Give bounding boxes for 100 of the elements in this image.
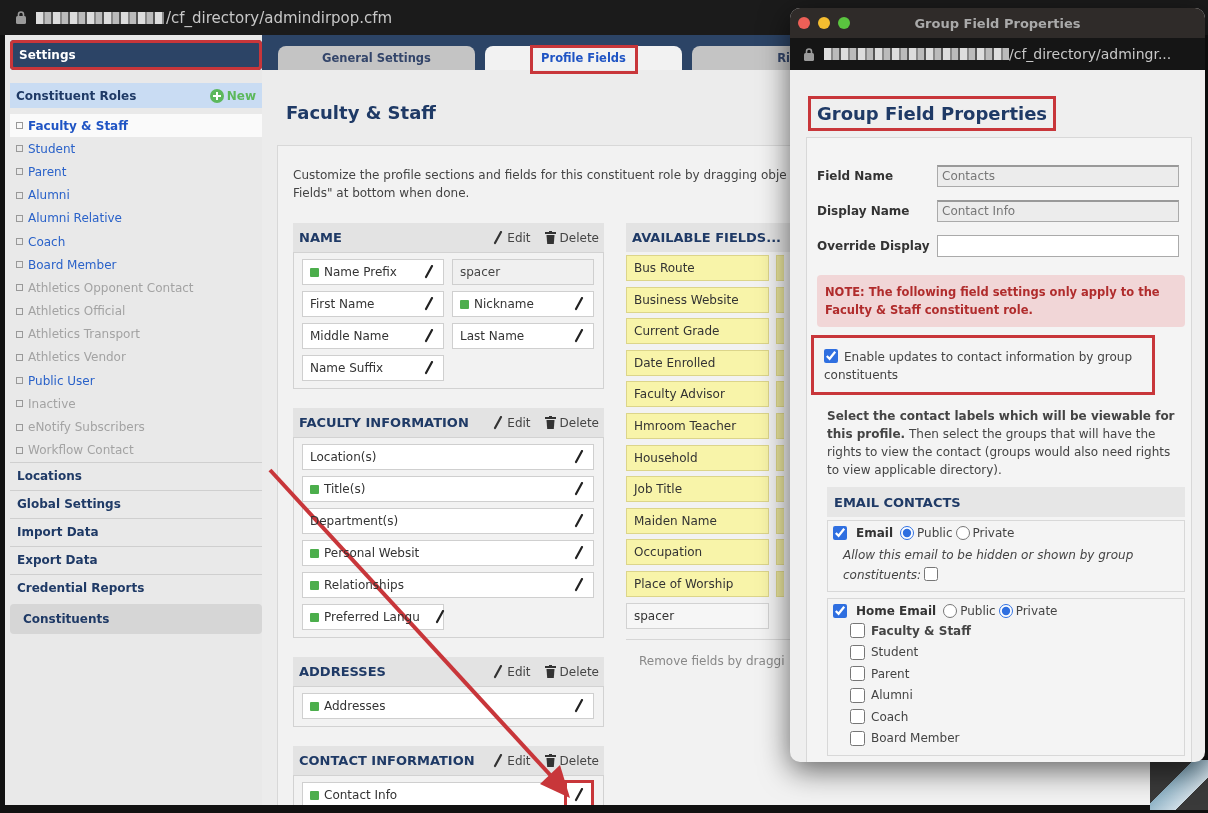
available-field[interactable]: Job Title (626, 476, 769, 503)
spacer-field[interactable]: spacer (452, 259, 594, 285)
role-item[interactable]: Alumni Relative (10, 206, 262, 230)
spacer-field[interactable]: spacer (626, 602, 769, 629)
profile-field[interactable]: Nickname (452, 291, 594, 317)
available-field[interactable]: Occupation (626, 539, 769, 566)
pencil-icon (424, 329, 434, 343)
trash-icon (544, 665, 556, 678)
delete-button[interactable]: Delete (544, 664, 599, 679)
profile-field[interactable]: Last Name (452, 323, 594, 349)
profile-field[interactable]: Middle Name (302, 323, 444, 349)
edit-button[interactable]: Edit (493, 230, 531, 245)
delete-button[interactable]: Delete (544, 415, 599, 430)
section-title: FACULTY INFORMATION (299, 415, 469, 430)
field-tile-edge[interactable] (776, 539, 784, 566)
sidebar-section-link[interactable]: Global Settings (10, 489, 262, 518)
field-label: Nickname (474, 297, 534, 311)
available-field[interactable]: Household (626, 444, 769, 471)
field-tile-edge[interactable] (776, 507, 784, 534)
field-tile-edge[interactable] (776, 286, 784, 313)
trash-icon (544, 416, 556, 429)
pencil-icon (424, 265, 434, 279)
sidebar-section-link[interactable]: Export Data (10, 545, 262, 574)
available-field[interactable]: Business Website (626, 286, 769, 313)
role-item[interactable]: Board Member (10, 253, 262, 277)
tab[interactable]: Ri (692, 46, 792, 70)
profile-field[interactable]: Name Prefix (302, 259, 444, 285)
radio-button[interactable] (998, 604, 1013, 618)
checkbox[interactable] (833, 604, 847, 618)
note-text: NOTE: The following field settings only apply to the Faculty & Staff constituent role. (817, 275, 1185, 327)
role-item[interactable]: Coach (10, 229, 262, 254)
radio-button[interactable] (955, 526, 970, 540)
checkbox[interactable] (850, 709, 865, 725)
sidebar-section-link[interactable]: Import Data (10, 517, 262, 546)
section-title: CONTACT INFORMATION (299, 753, 475, 768)
allow-checkbox-label[interactable]: Allow this email to be hidden or shown by group constituents: (833, 540, 1179, 585)
field-tile-edge[interactable] (776, 381, 784, 408)
checkbox[interactable] (924, 567, 939, 581)
edit-button[interactable]: Edit (493, 415, 531, 430)
field-tile-edge[interactable] (776, 570, 784, 597)
field-tile-edge[interactable] (776, 444, 784, 471)
zoom-button[interactable] (838, 17, 850, 29)
edit-button[interactable]: Edit (493, 753, 531, 768)
field-label: First Name (310, 297, 375, 311)
available-field[interactable]: Place of Worship (626, 570, 769, 597)
field-tile-edge[interactable] (776, 255, 784, 281)
checkbox[interactable] (833, 526, 847, 540)
profile-field[interactable]: Contact Info (302, 782, 594, 805)
profile-field[interactable]: Name Suffix (302, 355, 444, 381)
minimize-button[interactable] (818, 17, 830, 29)
available-field[interactable]: Faculty Advisor (626, 381, 769, 408)
sidebar-section-button[interactable]: Constituents (10, 603, 262, 634)
field-tile-edge[interactable] (776, 318, 784, 345)
close-button[interactable] (798, 17, 810, 29)
checkbox[interactable] (850, 687, 865, 703)
radio-option[interactable]: Public (943, 604, 996, 618)
role-item[interactable]: Public User (10, 369, 262, 393)
radio-button[interactable] (943, 604, 958, 618)
checkbox[interactable] (850, 730, 865, 746)
profile-field[interactable]: Title(s) (302, 476, 594, 502)
profile-field[interactable]: First Name (302, 291, 444, 317)
available-field[interactable]: Bus Route (626, 255, 769, 281)
delete-button[interactable]: Delete (544, 753, 599, 768)
edit-button[interactable]: Edit (493, 664, 531, 679)
page-title: Faculty & Staff (286, 102, 436, 124)
role-item[interactable]: Faculty & Staff (10, 114, 262, 138)
tab[interactable]: General Settings (278, 46, 475, 70)
field-tile-edge[interactable] (776, 349, 784, 376)
radio-button[interactable] (900, 526, 915, 540)
available-field[interactable]: Hmroom Teacher (626, 412, 769, 439)
available-field[interactable]: Date Enrolled (626, 349, 769, 376)
checkbox[interactable] (824, 349, 838, 363)
enable-checkbox-label[interactable]: Enable updates to contact information by group constituents (824, 348, 1144, 384)
role-item[interactable]: Student (10, 137, 262, 161)
group-option[interactable]: Alumni (850, 684, 1179, 706)
section-title: EMAIL CONTACTS (834, 494, 961, 510)
group-option[interactable]: Coach (850, 706, 1179, 728)
group-option[interactable]: Board Member (850, 727, 1179, 749)
checkbox[interactable] (850, 623, 865, 639)
profile-field[interactable]: Location(s) (302, 444, 594, 470)
profile-field[interactable]: Addresses (302, 693, 594, 719)
radio-option[interactable]: Private (998, 604, 1058, 618)
available-field[interactable]: Maiden Name (626, 507, 769, 534)
radio-option[interactable]: Private (955, 526, 1015, 540)
delete-button[interactable]: Delete (544, 230, 599, 245)
checkbox[interactable] (850, 644, 865, 660)
field-tile-edge[interactable] (776, 476, 784, 503)
role-item[interactable]: Parent (10, 160, 262, 184)
sidebar-section-link[interactable]: Locations (10, 461, 262, 490)
field-tile-edge[interactable] (776, 412, 784, 439)
field-label: Name Prefix (324, 265, 397, 279)
roles-title: Constituent Roles (16, 88, 137, 103)
pencil-icon (493, 230, 504, 245)
available-field[interactable]: Current Grade (626, 318, 769, 345)
settings-button[interactable]: Settings (10, 40, 262, 70)
checkbox[interactable] (850, 666, 865, 682)
input-field[interactable] (937, 234, 1179, 257)
role-item[interactable]: Alumni (10, 183, 262, 207)
radio-option[interactable]: Public (900, 526, 953, 540)
sidebar-section-link[interactable]: Credential Reports (10, 573, 262, 602)
